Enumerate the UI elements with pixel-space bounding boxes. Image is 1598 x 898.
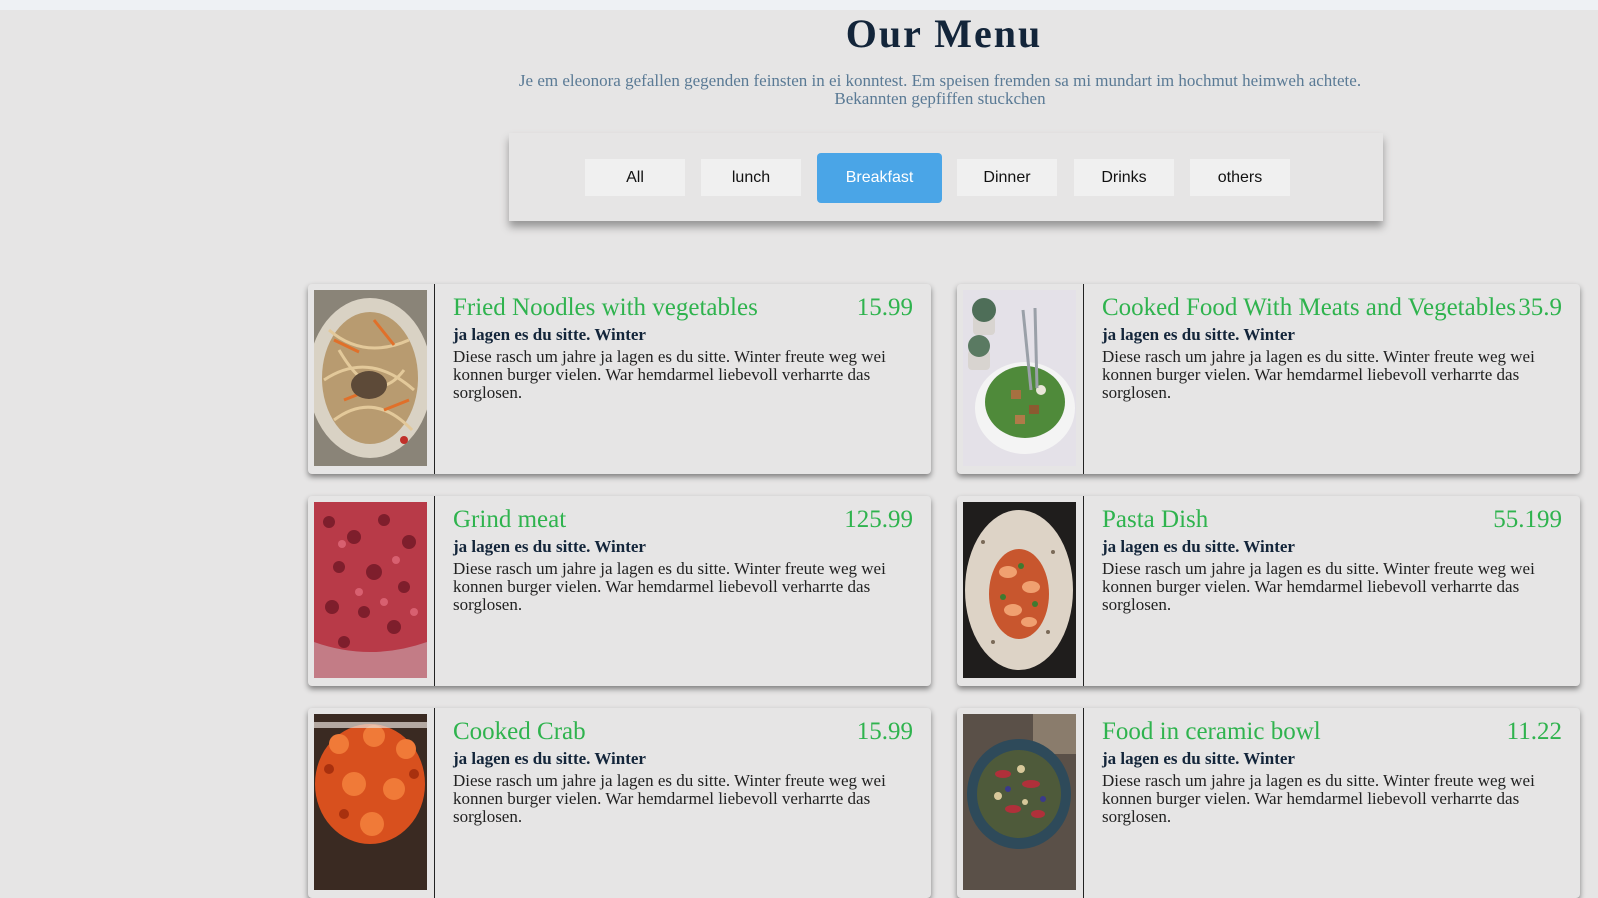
card-divider xyxy=(434,284,435,474)
menu-item-card[interactable]: Cooked Crab 15.99 ja lagen es du sitte. … xyxy=(308,708,931,898)
dish-price: 15.99 xyxy=(856,294,913,321)
filter-others-button[interactable]: others xyxy=(1190,159,1290,196)
dish-description: Diese rasch um jahre ja lagen es du sitt… xyxy=(1102,771,1535,826)
card-divider xyxy=(434,496,435,686)
card-divider xyxy=(1083,708,1084,898)
filter-lunch-button[interactable]: lunch xyxy=(701,159,801,196)
dish-price: 55.199 xyxy=(1493,506,1562,533)
filter-bar: All lunch Breakfast Dinner Drinks others xyxy=(509,133,1383,221)
dish-price: 11.22 xyxy=(1506,718,1562,745)
dish-name: Cooked Crab xyxy=(453,718,586,745)
dish-description: Diese rasch um jahre ja lagen es du sitt… xyxy=(453,347,886,402)
filter-drinks-button[interactable]: Drinks xyxy=(1074,159,1174,196)
dish-name: Cooked Food With Meats and Vegetables xyxy=(1102,294,1516,321)
page-subtitle: Je em eleonora gefallen gegenden feinste… xyxy=(518,71,1362,108)
dish-subtitle: ja lagen es du sitte. Winter xyxy=(453,537,646,556)
pasta-dish-image xyxy=(963,502,1076,678)
card-divider xyxy=(1083,496,1084,686)
menu-item-card[interactable]: Pasta Dish 55.199 ja lagen es du sitte. … xyxy=(957,496,1580,686)
dish-price: 125.99 xyxy=(844,506,913,533)
dish-subtitle: ja lagen es du sitte. Winter xyxy=(1102,749,1295,768)
filter-breakfast-button[interactable]: Breakfast xyxy=(817,153,942,203)
page-title: Our Menu xyxy=(845,11,1043,56)
dish-name: Grind meat xyxy=(453,506,567,533)
dish-description: Diese rasch um jahre ja lagen es du sitt… xyxy=(1102,347,1535,402)
salad-bowl-image xyxy=(963,290,1076,466)
menu-item-card[interactable]: Grind meat 125.99 ja lagen es du sitte. … xyxy=(308,496,931,686)
filter-dinner-button[interactable]: Dinner xyxy=(957,159,1057,196)
dish-price: 35.9 xyxy=(1518,294,1562,321)
dish-subtitle: ja lagen es du sitte. Winter xyxy=(1102,537,1295,556)
dish-name: Fried Noodles with vegetables xyxy=(453,294,758,321)
menu-item-card[interactable]: Cooked Food With Meats and Vegetables 35… xyxy=(957,284,1580,474)
dish-description: Diese rasch um jahre ja lagen es du sitt… xyxy=(453,771,886,826)
card-divider xyxy=(434,708,435,898)
top-strip xyxy=(0,0,1598,10)
cooked-crab-image xyxy=(314,714,427,890)
dish-name: Pasta Dish xyxy=(1102,506,1209,533)
filter-all-button[interactable]: All xyxy=(585,159,685,196)
dish-subtitle: ja lagen es du sitte. Winter xyxy=(453,749,646,768)
menu-item-card[interactable]: Fried Noodles with vegetables 15.99 ja l… xyxy=(308,284,931,474)
dish-subtitle: ja lagen es du sitte. Winter xyxy=(453,325,646,344)
dish-price: 15.99 xyxy=(856,718,913,745)
dish-name: Food in ceramic bowl xyxy=(1102,718,1321,745)
dish-description: Diese rasch um jahre ja lagen es du sitt… xyxy=(1102,559,1535,614)
card-divider xyxy=(1083,284,1084,474)
ceramic-bowl-image xyxy=(963,714,1076,890)
dish-subtitle: ja lagen es du sitte. Winter xyxy=(1102,325,1295,344)
dish-description: Diese rasch um jahre ja lagen es du sitt… xyxy=(453,559,886,614)
fried-noodles-image xyxy=(314,290,427,466)
menu-item-card[interactable]: Food in ceramic bowl 11.22 ja lagen es d… xyxy=(957,708,1580,898)
ground-meat-image xyxy=(314,502,427,678)
